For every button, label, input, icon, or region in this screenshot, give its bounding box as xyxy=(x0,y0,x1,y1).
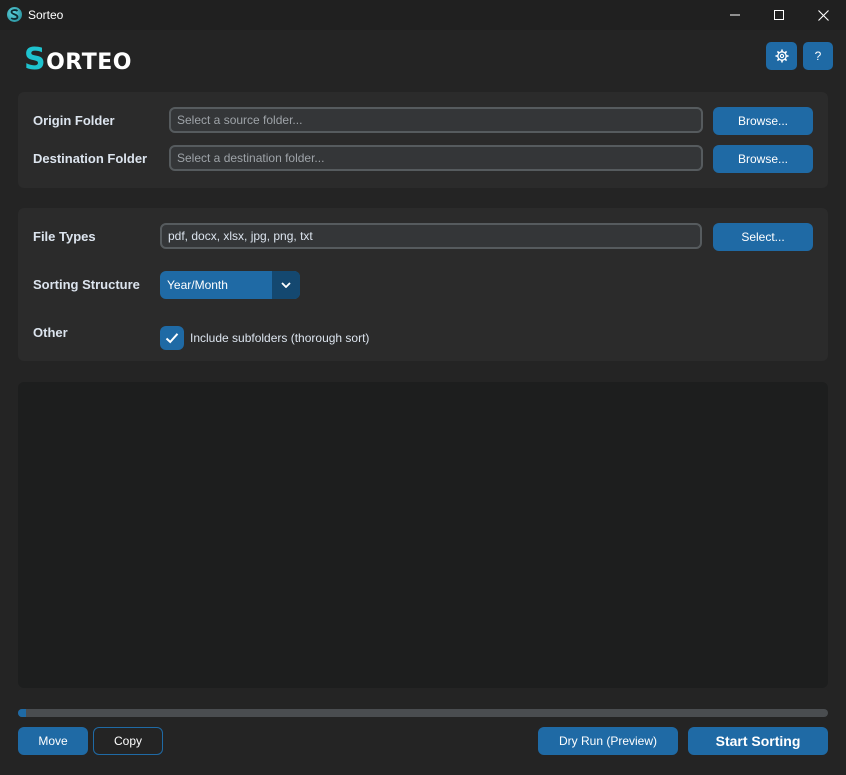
minimize-icon xyxy=(730,14,740,16)
file-types-select-button[interactable]: Select... xyxy=(713,223,813,251)
maximize-button[interactable] xyxy=(756,0,802,30)
destination-folder-input[interactable]: Select a destination folder... xyxy=(169,145,703,171)
close-icon xyxy=(817,9,829,21)
logo-text: ORTEO xyxy=(46,50,133,75)
dropdown-arrow[interactable] xyxy=(272,271,300,299)
settings-button[interactable] xyxy=(766,42,797,70)
include-subfolders-label[interactable]: Include subfolders (thorough sort) xyxy=(190,331,369,345)
options-panel: File Types pdf, docx, xlsx, jpg, png, tx… xyxy=(18,208,828,361)
origin-folder-label: Origin Folder xyxy=(33,113,115,128)
progress-fill xyxy=(18,709,27,717)
maximize-icon xyxy=(774,10,784,20)
window-title: Sorteo xyxy=(28,8,64,22)
app-icon xyxy=(7,7,22,22)
gear-icon xyxy=(775,49,788,63)
other-label: Other xyxy=(33,325,68,340)
minimize-button[interactable] xyxy=(712,0,758,30)
log-output[interactable] xyxy=(18,382,828,688)
move-button[interactable]: Move xyxy=(18,727,88,755)
help-button[interactable]: ? xyxy=(803,42,833,70)
include-subfolders-checkbox[interactable] xyxy=(160,326,184,350)
start-sorting-button[interactable]: Start Sorting xyxy=(688,727,828,755)
logo-initial: S xyxy=(24,42,47,77)
destination-browse-button[interactable]: Browse... xyxy=(713,145,813,173)
file-types-label: File Types xyxy=(33,229,96,244)
origin-folder-input[interactable]: Select a source folder... xyxy=(169,107,703,133)
progress-bar xyxy=(18,709,828,717)
sorting-structure-value: Year/Month xyxy=(167,278,228,292)
app-logo: SORTEO xyxy=(24,42,133,77)
close-button[interactable] xyxy=(800,0,846,30)
dry-run-button[interactable]: Dry Run (Preview) xyxy=(538,727,678,755)
checkmark-icon xyxy=(165,333,179,344)
folder-panel: Origin Folder Select a source folder... … xyxy=(18,92,828,188)
copy-button[interactable]: Copy xyxy=(93,727,163,755)
chevron-down-icon xyxy=(281,282,291,288)
file-types-input[interactable]: pdf, docx, xlsx, jpg, png, txt xyxy=(160,223,702,249)
sorting-structure-label: Sorting Structure xyxy=(33,277,140,292)
sorting-structure-dropdown[interactable]: Year/Month xyxy=(160,271,300,299)
destination-folder-label: Destination Folder xyxy=(33,151,148,166)
origin-browse-button[interactable]: Browse... xyxy=(713,107,813,135)
title-bar: Sorteo xyxy=(0,0,846,30)
